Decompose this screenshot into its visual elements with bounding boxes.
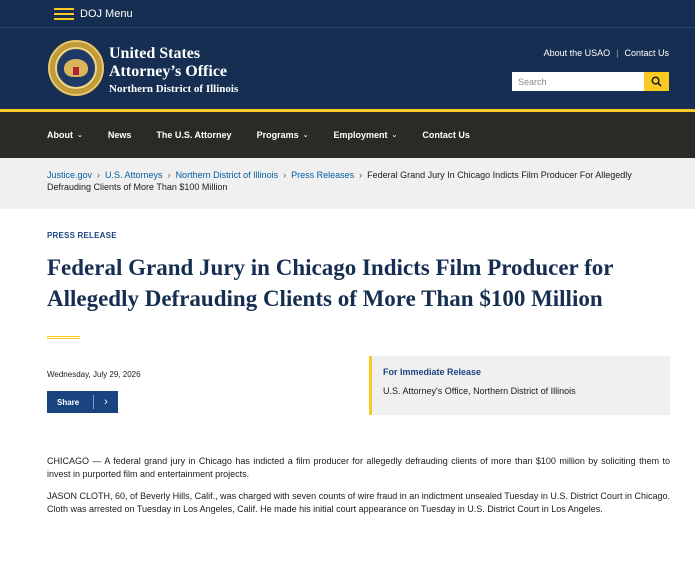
immediate-release-box: For Immediate Release U.S. Attorney's Of… <box>369 356 670 415</box>
article-body: CHICAGO — A federal grand jury in Chicag… <box>47 455 670 516</box>
chevron-right-icon: › <box>104 396 108 408</box>
breadcrumb-link-district[interactable]: Northern District of Illinois <box>176 170 279 180</box>
utility-links: About the USAO | Contact Us <box>544 48 669 58</box>
release-box-title: For Immediate Release <box>383 367 482 377</box>
link-separator: | <box>616 48 619 58</box>
nav-label: Employment <box>333 130 388 140</box>
search-form <box>512 72 669 91</box>
nav-item-news[interactable]: News <box>108 130 132 140</box>
title-divider <box>47 336 80 339</box>
about-usao-link[interactable]: About the USAO <box>544 48 611 58</box>
share-button[interactable]: Share › <box>47 391 118 413</box>
breadcrumb-link-press-releases[interactable]: Press Releases <box>291 170 354 180</box>
search-button[interactable] <box>644 72 669 91</box>
main-nav: About ⌄ News The U.S. Attorney Programs … <box>0 112 695 158</box>
nav-label: About <box>47 130 73 140</box>
nav-label: Programs <box>256 130 299 140</box>
hamburger-icon[interactable] <box>54 7 74 20</box>
breadcrumb: Justice.gov › U.S. Attorneys › Northern Dist… <box>0 158 695 209</box>
share-label: Share <box>57 397 80 407</box>
breadcrumb-separator: › <box>283 170 287 180</box>
release-box-office: U.S. Attorney's Office, Northern Distric… <box>383 386 576 396</box>
office-name-line3: Northern District of Illinois <box>109 83 239 95</box>
doj-top-strip: DOJ Menu <box>0 0 695 27</box>
breadcrumb-link-us-attorneys[interactable]: U.S. Attorneys <box>105 170 163 180</box>
nav-label: The U.S. Attorney <box>156 130 232 140</box>
chevron-down-icon: ⌄ <box>391 132 398 139</box>
office-name-line1: United States <box>109 45 201 62</box>
magnifier-icon <box>651 76 662 87</box>
article-paragraph: JASON CLOTH, 60, of Beverly Hills, Calif… <box>47 491 670 514</box>
seal-center <box>55 47 97 89</box>
contact-us-link[interactable]: Contact Us <box>624 48 669 58</box>
nav-item-about[interactable]: About ⌄ <box>47 130 83 140</box>
nav-item-employment[interactable]: Employment ⌄ <box>333 130 397 140</box>
nav-label: Contact Us <box>422 130 470 140</box>
nav-item-us-attorney[interactable]: The U.S. Attorney <box>156 130 231 140</box>
page-title: Federal Grand Jury in Chicago Indicts Fi… <box>47 255 614 311</box>
office-name-line2: Attorney’s Office <box>109 63 228 80</box>
breadcrumb-separator: › <box>167 170 171 180</box>
breadcrumb-separator: › <box>359 170 363 180</box>
chevron-down-icon: ⌄ <box>302 132 309 139</box>
doj-seal[interactable] <box>48 40 104 96</box>
release-date: Wednesday, July 29, 2026 <box>47 370 141 379</box>
nav-label: News <box>107 130 132 140</box>
article-kicker: PRESS RELEASE <box>47 231 117 240</box>
office-name[interactable]: United States Attorney’s Office Northern… <box>109 45 238 95</box>
article-meta: Wednesday, July 29, 2026 Share › For Imm… <box>47 356 670 436</box>
search-input[interactable] <box>512 72 644 91</box>
breadcrumb-separator: › <box>97 170 101 180</box>
breadcrumb-link-justice[interactable]: Justice.gov <box>47 170 92 180</box>
article: PRESS RELEASE Federal Grand Jury in Chic… <box>0 209 695 516</box>
eagle-icon <box>64 59 88 77</box>
chevron-down-icon: ⌄ <box>77 132 83 139</box>
article-paragraph: CHICAGO — A federal grand jury in Chicag… <box>47 456 670 479</box>
doj-menu-button[interactable]: DOJ Menu <box>80 8 133 20</box>
masthead: United States Attorney’s Office Northern… <box>0 27 695 112</box>
nav-item-programs[interactable]: Programs ⌄ <box>257 130 309 140</box>
nav-item-contact-us[interactable]: Contact Us <box>422 130 470 140</box>
